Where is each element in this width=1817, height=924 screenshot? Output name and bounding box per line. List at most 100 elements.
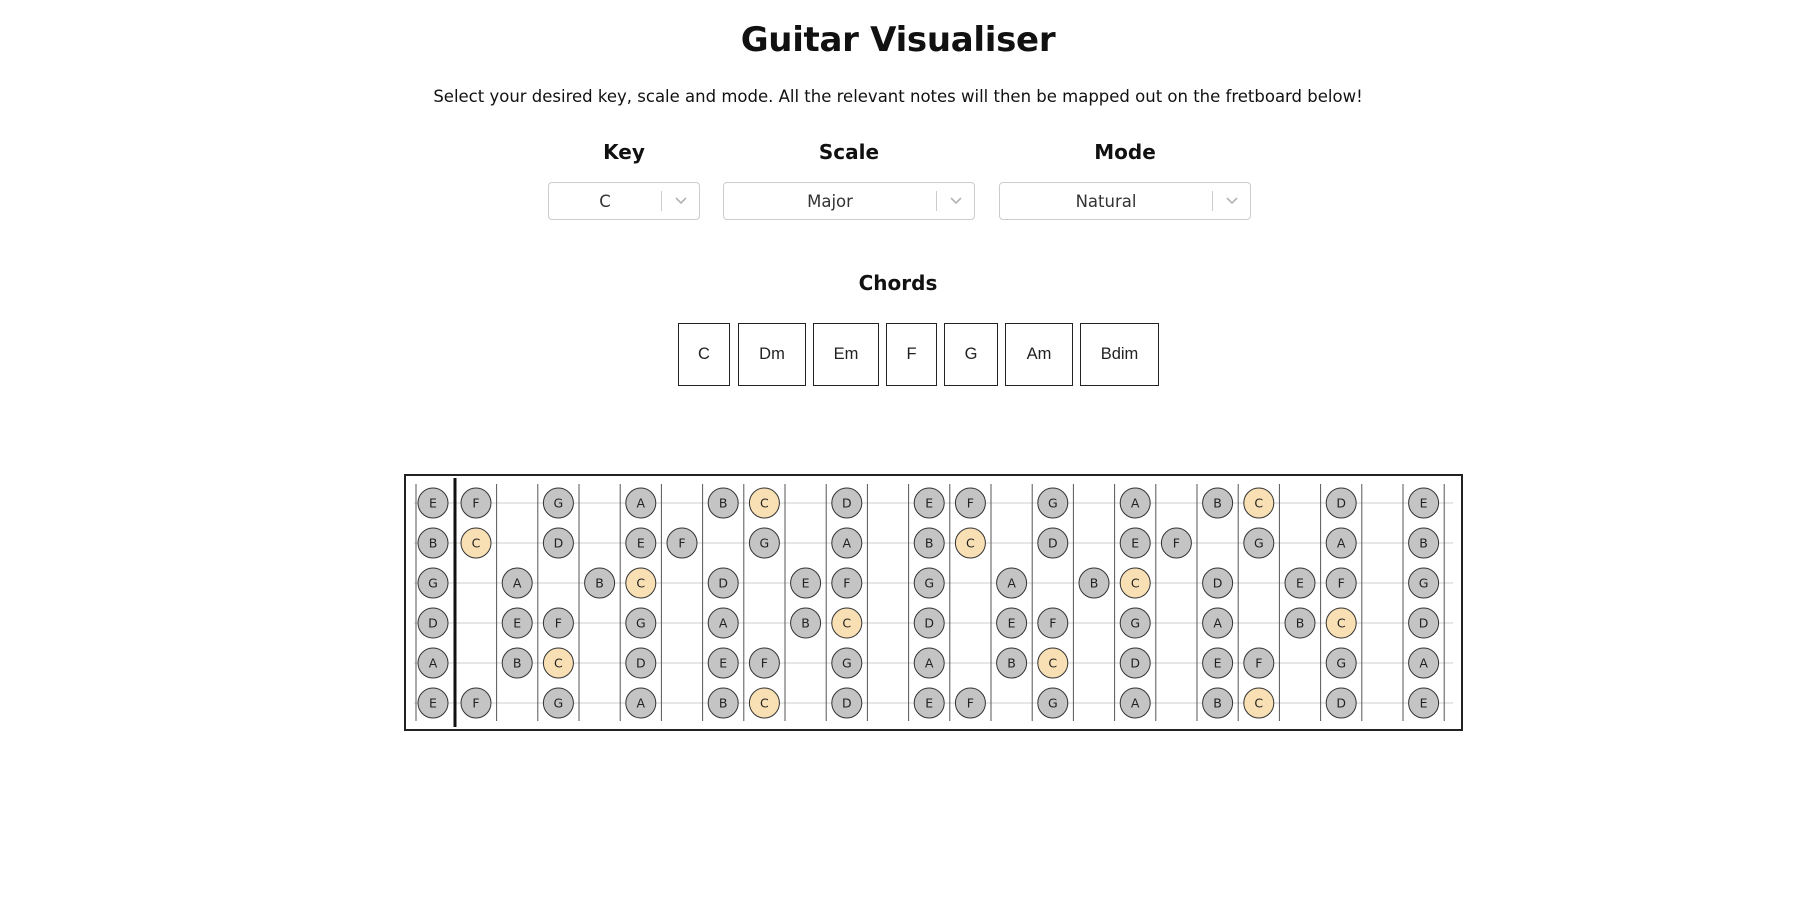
note-marker: G (542, 487, 574, 519)
note-label: B (1213, 696, 1222, 711)
note-marker: D (1119, 647, 1151, 679)
chevron-down-icon[interactable] (938, 183, 974, 219)
note-label: F (761, 656, 768, 671)
note-label: D (1419, 616, 1429, 631)
note-label: B (1007, 656, 1016, 671)
note-label: B (719, 496, 728, 511)
root-note-marker: C (1119, 567, 1151, 599)
note-label: G (1254, 536, 1264, 551)
note-marker: B (707, 487, 739, 519)
note-label: B (719, 696, 728, 711)
note-label: F (967, 496, 974, 511)
note-marker: F (748, 647, 780, 679)
page-title: Guitar Visualiser (740, 20, 1056, 60)
note-label: A (637, 496, 646, 511)
note-label: A (1337, 536, 1346, 551)
note-label: A (719, 616, 728, 631)
note-label: C (1254, 496, 1263, 511)
note-label: G (760, 536, 770, 551)
note-marker: B (707, 687, 739, 719)
note-marker: A (625, 687, 657, 719)
scale-label: Scale (818, 140, 880, 164)
chord-button-g[interactable]: G (944, 323, 998, 386)
chord-button-bdim[interactable]: Bdim (1080, 323, 1159, 386)
note-marker: A (417, 647, 449, 679)
note-label: C (1337, 616, 1346, 631)
note-label: F (1173, 536, 1180, 551)
note-label: D (842, 496, 852, 511)
note-label: B (429, 536, 438, 551)
note-label: F (472, 696, 479, 711)
note-label: D (428, 616, 438, 631)
note-label: B (1296, 616, 1305, 631)
note-marker: A (831, 527, 863, 559)
note-label: A (843, 536, 852, 551)
chevron-down-icon[interactable] (663, 183, 699, 219)
note-marker: D (625, 647, 657, 679)
note-marker: G (1325, 647, 1357, 679)
note-label: C (1254, 696, 1263, 711)
note-marker: D (831, 687, 863, 719)
note-marker: A (1119, 487, 1151, 519)
note-marker: A (625, 487, 657, 519)
note-label: D (1130, 656, 1140, 671)
mode-select-separator (1212, 191, 1213, 211)
note-marker: E (913, 487, 945, 519)
note-label: C (636, 576, 645, 591)
note-marker: G (913, 567, 945, 599)
chevron-down-icon[interactable] (1214, 183, 1250, 219)
root-note-marker: C (831, 607, 863, 639)
note-label: A (637, 696, 646, 711)
note-label: G (1048, 496, 1058, 511)
chord-button-em[interactable]: Em (813, 323, 879, 386)
note-label: C (760, 696, 769, 711)
note-marker: E (996, 607, 1028, 639)
note-label: E (1214, 656, 1222, 671)
note-marker: D (542, 527, 574, 559)
chord-button-f[interactable]: F (886, 323, 937, 386)
note-label: G (554, 696, 564, 711)
note-label: C (472, 536, 481, 551)
note-marker: B (1078, 567, 1110, 599)
note-marker: F (460, 687, 492, 719)
mode-select-value: Natural (1075, 191, 1137, 211)
note-label: D (1048, 536, 1058, 551)
note-label: E (925, 496, 933, 511)
note-label: E (429, 496, 437, 511)
note-label: C (966, 536, 975, 551)
root-note-marker: C (1243, 687, 1275, 719)
note-marker: B (913, 527, 945, 559)
note-label: G (1130, 616, 1140, 631)
note-label: A (925, 656, 934, 671)
key-select[interactable]: C (548, 182, 700, 220)
note-marker: E (1408, 687, 1440, 719)
note-label: G (554, 496, 564, 511)
note-label: D (636, 656, 646, 671)
mode-select[interactable]: Natural (999, 182, 1251, 220)
note-marker: G (1037, 487, 1069, 519)
note-marker: B (417, 527, 449, 559)
note-marker: F (1037, 607, 1069, 639)
note-label: G (636, 616, 646, 631)
note-marker: B (790, 607, 822, 639)
chord-button-c[interactable]: C (678, 323, 730, 386)
note-label: G (1048, 696, 1058, 711)
note-marker: A (1119, 687, 1151, 719)
scale-select[interactable]: Major (723, 182, 975, 220)
scale-select-separator (936, 191, 937, 211)
note-marker: D (1325, 487, 1357, 519)
root-note-marker: C (1325, 607, 1357, 639)
chord-button-dm[interactable]: Dm (738, 323, 806, 386)
note-marker: A (707, 607, 739, 639)
fretboard-svg: E F G A B C D E F G A B C D E B C D E F G A B C D E F G A B G A B C D E F G A B… (414, 478, 1453, 727)
note-label: D (718, 576, 728, 591)
chord-button-am[interactable]: Am (1005, 323, 1073, 386)
note-label: F (555, 616, 562, 631)
note-label: A (1131, 696, 1140, 711)
note-marker: E (1284, 567, 1316, 599)
note-label: E (1420, 496, 1428, 511)
root-note-marker: C (748, 487, 780, 519)
note-label: D (1213, 576, 1223, 591)
note-marker: B (1284, 607, 1316, 639)
note-label: B (925, 536, 934, 551)
